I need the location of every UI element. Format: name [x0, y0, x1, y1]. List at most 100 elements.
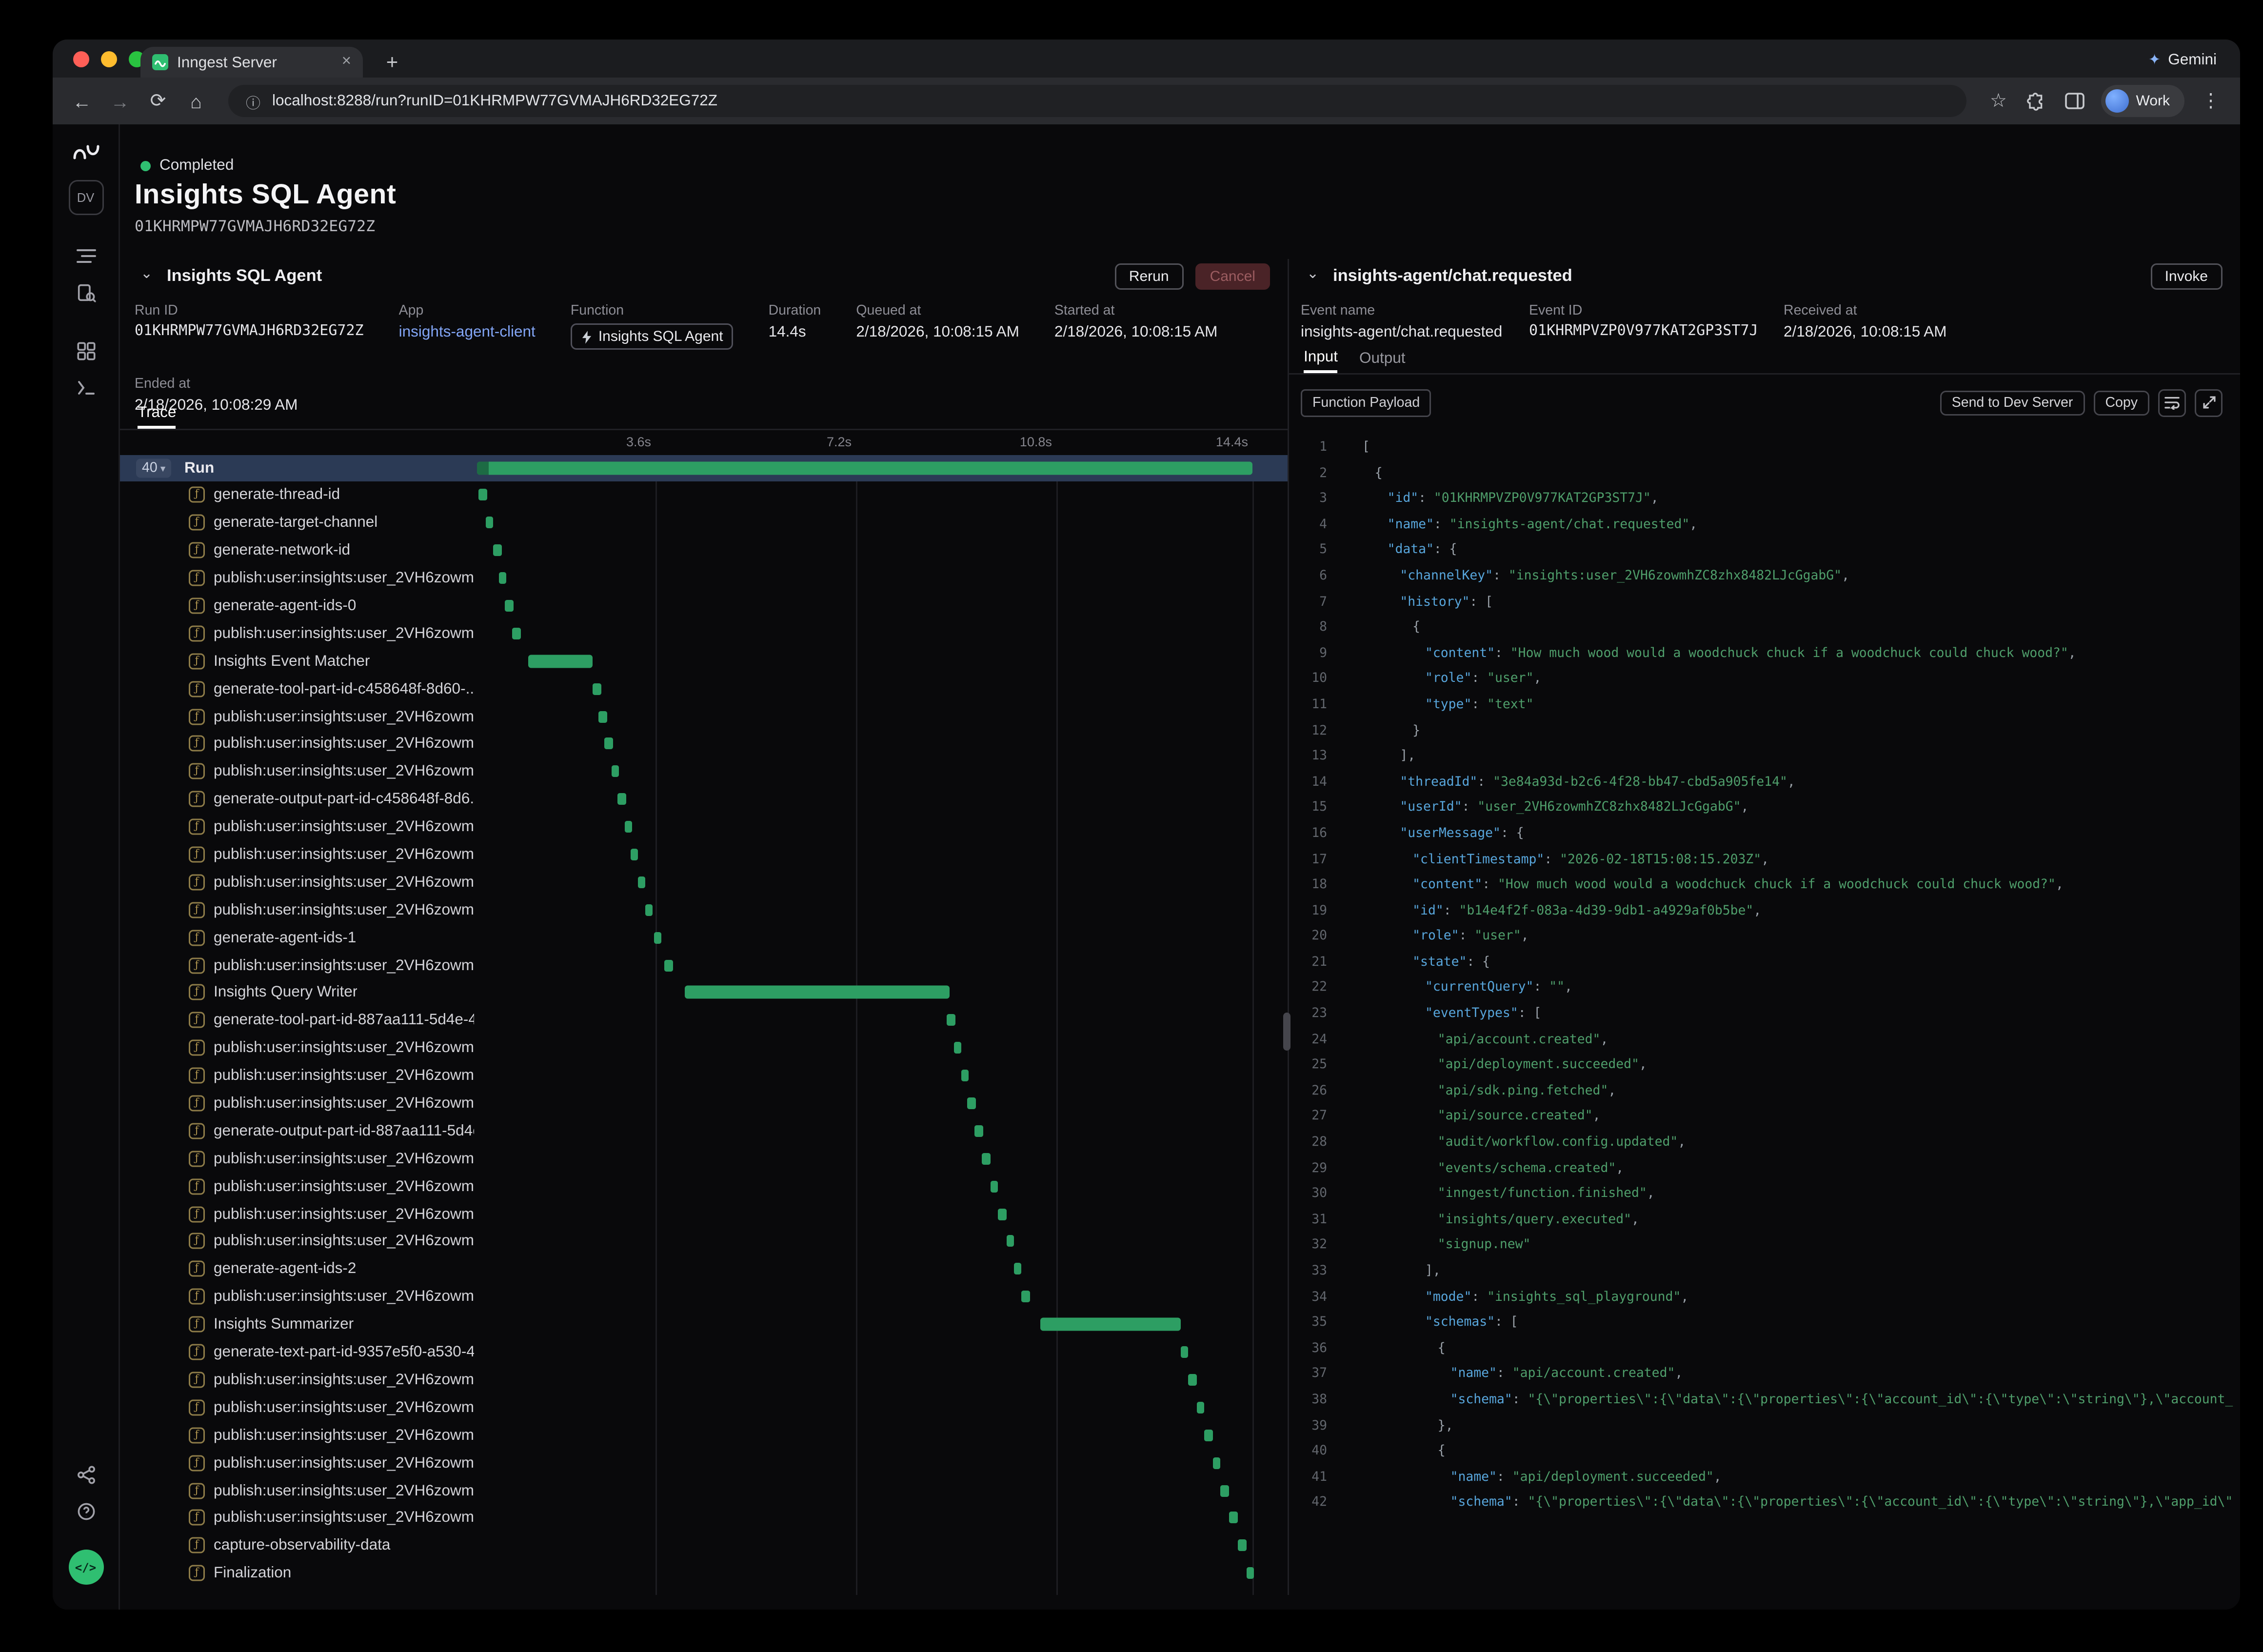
trace-row[interactable]: ƒpublish:user:insights:user_2VH6zowmh...: [120, 1200, 1288, 1228]
browser-menu-icon[interactable]: ⋮: [2193, 83, 2228, 119]
trace-row[interactable]: ƒpublish:user:insights:user_2VH6zowmh...: [120, 813, 1288, 841]
trace-bar[interactable]: [975, 1125, 983, 1137]
profile-chip[interactable]: Work: [2101, 85, 2184, 117]
send-to-dev-server-button[interactable]: Send to Dev Server: [1940, 390, 2085, 415]
dev-tools-button[interactable]: </>: [68, 1550, 103, 1585]
rerun-button[interactable]: Rerun: [1114, 263, 1184, 290]
expand-icon[interactable]: [2195, 389, 2223, 417]
nav-functions-icon[interactable]: [76, 379, 96, 397]
trace-row[interactable]: ƒgenerate-thread-id: [120, 481, 1288, 509]
side-panel-icon[interactable]: [2057, 83, 2092, 119]
trace-bar[interactable]: [654, 932, 661, 943]
trace-row[interactable]: ƒpublish:user:insights:user_2VH6zowmh...: [120, 1228, 1288, 1255]
trace-row[interactable]: ƒcapture-observability-data: [120, 1532, 1288, 1560]
reload-icon[interactable]: ⟳: [140, 83, 176, 119]
trace-row[interactable]: ƒpublish:user:insights:user_2VH6zowmh...: [120, 1283, 1288, 1311]
trace-row[interactable]: ƒpublish:user:insights:user_2VH6zowmh...: [120, 1145, 1288, 1173]
run-children-count[interactable]: 40▾: [136, 459, 171, 478]
trace-bar[interactable]: [665, 959, 673, 971]
trace-bar[interactable]: [998, 1208, 1006, 1220]
trace-bar[interactable]: [611, 766, 619, 777]
trace-row[interactable]: ƒpublish:user:insights:user_2VH6zowmh...: [120, 702, 1288, 730]
trace-bar[interactable]: [968, 1097, 975, 1109]
trace-row[interactable]: ƒpublish:user:insights:user_2VH6zowmh...: [120, 868, 1288, 896]
trace-bar[interactable]: [605, 738, 613, 750]
trace-bar[interactable]: [1221, 1485, 1229, 1496]
trace-row[interactable]: ƒInsights Query Writer: [120, 979, 1288, 1007]
tab-trace[interactable]: Trace: [138, 399, 176, 429]
trace-run-bar[interactable]: [477, 462, 1252, 475]
workspace-badge[interactable]: DV: [68, 180, 103, 215]
trace-row[interactable]: ƒFinalization: [120, 1559, 1288, 1587]
trace-row[interactable]: ƒgenerate-output-part-id-c458648f-8d6...: [120, 785, 1288, 813]
trace-row[interactable]: ƒpublish:user:insights:user_2VH6zowmh...: [120, 1366, 1288, 1394]
trace-row[interactable]: ƒpublish:user:insights:user_2VH6zowmh...: [120, 1476, 1288, 1504]
trace-bar[interactable]: [499, 572, 507, 584]
trace-bar[interactable]: [990, 1180, 998, 1192]
home-icon[interactable]: ⌂: [179, 83, 214, 119]
trace-bar[interactable]: [961, 1070, 969, 1081]
trace-row[interactable]: ƒgenerate-agent-ids-0: [120, 592, 1288, 620]
trace-run-row[interactable]: 40▾Run: [120, 455, 1288, 481]
trace-bar[interactable]: [1189, 1374, 1196, 1386]
forward-icon[interactable]: →: [102, 83, 138, 119]
trace-bar[interactable]: [528, 655, 593, 668]
address-bar[interactable]: ⓘ localhost:8288/run?runID=01KHRMPW77GVM…: [228, 85, 1966, 117]
bookmark-star-icon[interactable]: ☆: [1981, 83, 2016, 119]
trace-bar[interactable]: [1230, 1512, 1237, 1524]
help-icon[interactable]: [76, 1502, 95, 1521]
trace-row[interactable]: ƒInsights Summarizer: [120, 1311, 1288, 1338]
chevron-down-icon[interactable]: ⌄: [140, 266, 153, 282]
trace-bar[interactable]: [493, 545, 501, 557]
trace-row[interactable]: ƒpublish:user:insights:user_2VH6zowmh...: [120, 730, 1288, 758]
trace-bar[interactable]: [1181, 1346, 1189, 1358]
trace-row[interactable]: ƒpublish:user:insights:user_2VH6zowmh...: [120, 951, 1288, 979]
trace-row[interactable]: ƒgenerate-tool-part-id-c458648f-8d60-...: [120, 675, 1288, 703]
gemini-badge[interactable]: ✦ Gemini: [2148, 47, 2217, 73]
trace-row[interactable]: ƒpublish:user:insights:user_2VH6zowmh...: [120, 1504, 1288, 1532]
trace-row[interactable]: ƒpublish:user:insights:user_2VH6zowmh...: [120, 1062, 1288, 1090]
trace-bar[interactable]: [1212, 1457, 1220, 1469]
minimize-window-button[interactable]: [101, 51, 117, 67]
trace-bar[interactable]: [1197, 1401, 1205, 1413]
trace-bar[interactable]: [479, 489, 487, 501]
share-icon[interactable]: [76, 1466, 95, 1485]
close-window-button[interactable]: [73, 51, 89, 67]
trace-row[interactable]: ƒpublish:user:insights:user_2VH6zowmh...: [120, 841, 1288, 869]
trace-row[interactable]: ƒgenerate-tool-part-id-887aa111-5d4e-45.…: [120, 1007, 1288, 1035]
trace-row[interactable]: ƒgenerate-network-id: [120, 537, 1288, 564]
nav-apps-icon[interactable]: [76, 342, 95, 361]
invoke-button[interactable]: Invoke: [2150, 263, 2223, 290]
trace-row[interactable]: ƒpublish:user:insights:user_2VH6zowmh...: [120, 1449, 1288, 1477]
app-link[interactable]: insights-agent-client: [399, 323, 536, 341]
trace-bar[interactable]: [618, 794, 626, 805]
copy-button[interactable]: Copy: [2093, 390, 2149, 415]
cancel-button[interactable]: Cancel: [1195, 263, 1270, 290]
nav-events-icon[interactable]: [76, 283, 95, 302]
trace-bar[interactable]: [953, 1042, 961, 1054]
panel-resize-handle[interactable]: [1283, 1013, 1290, 1051]
trace-bar[interactable]: [624, 821, 632, 833]
trace-row[interactable]: ƒgenerate-target-channel: [120, 509, 1288, 537]
trace-row[interactable]: ƒpublish:user:insights:user_2VH6zowmh...: [120, 1421, 1288, 1449]
function-badge[interactable]: Insights SQL Agent: [571, 323, 734, 350]
trace-bar[interactable]: [1006, 1235, 1014, 1247]
nav-runs-icon[interactable]: [76, 247, 96, 265]
trace-bar[interactable]: [645, 904, 653, 916]
tab-close-icon[interactable]: ×: [342, 54, 351, 70]
chevron-down-icon[interactable]: ⌄: [1307, 266, 1319, 282]
trace-bar[interactable]: [1022, 1291, 1030, 1303]
trace-row[interactable]: ƒpublish:user:insights:user_2VH6zowmh...: [120, 619, 1288, 647]
extensions-icon[interactable]: [2019, 83, 2054, 119]
site-info-icon[interactable]: ⓘ: [246, 90, 260, 112]
trace-bar[interactable]: [1246, 1568, 1254, 1579]
tab-input[interactable]: Input: [1304, 344, 1338, 373]
trace-bar[interactable]: [485, 517, 493, 529]
trace-bar[interactable]: [947, 1015, 955, 1026]
trace-bar[interactable]: [685, 986, 950, 999]
trace-bar[interactable]: [637, 876, 645, 888]
trace-bar[interactable]: [513, 628, 520, 639]
trace-bar[interactable]: [1238, 1540, 1246, 1552]
payload-code-viewer[interactable]: 1[2{3"id": "01KHRMPVZP0V977KAT2GP3ST7J",…: [1289, 436, 2236, 1595]
trace-bar[interactable]: [1040, 1318, 1181, 1331]
